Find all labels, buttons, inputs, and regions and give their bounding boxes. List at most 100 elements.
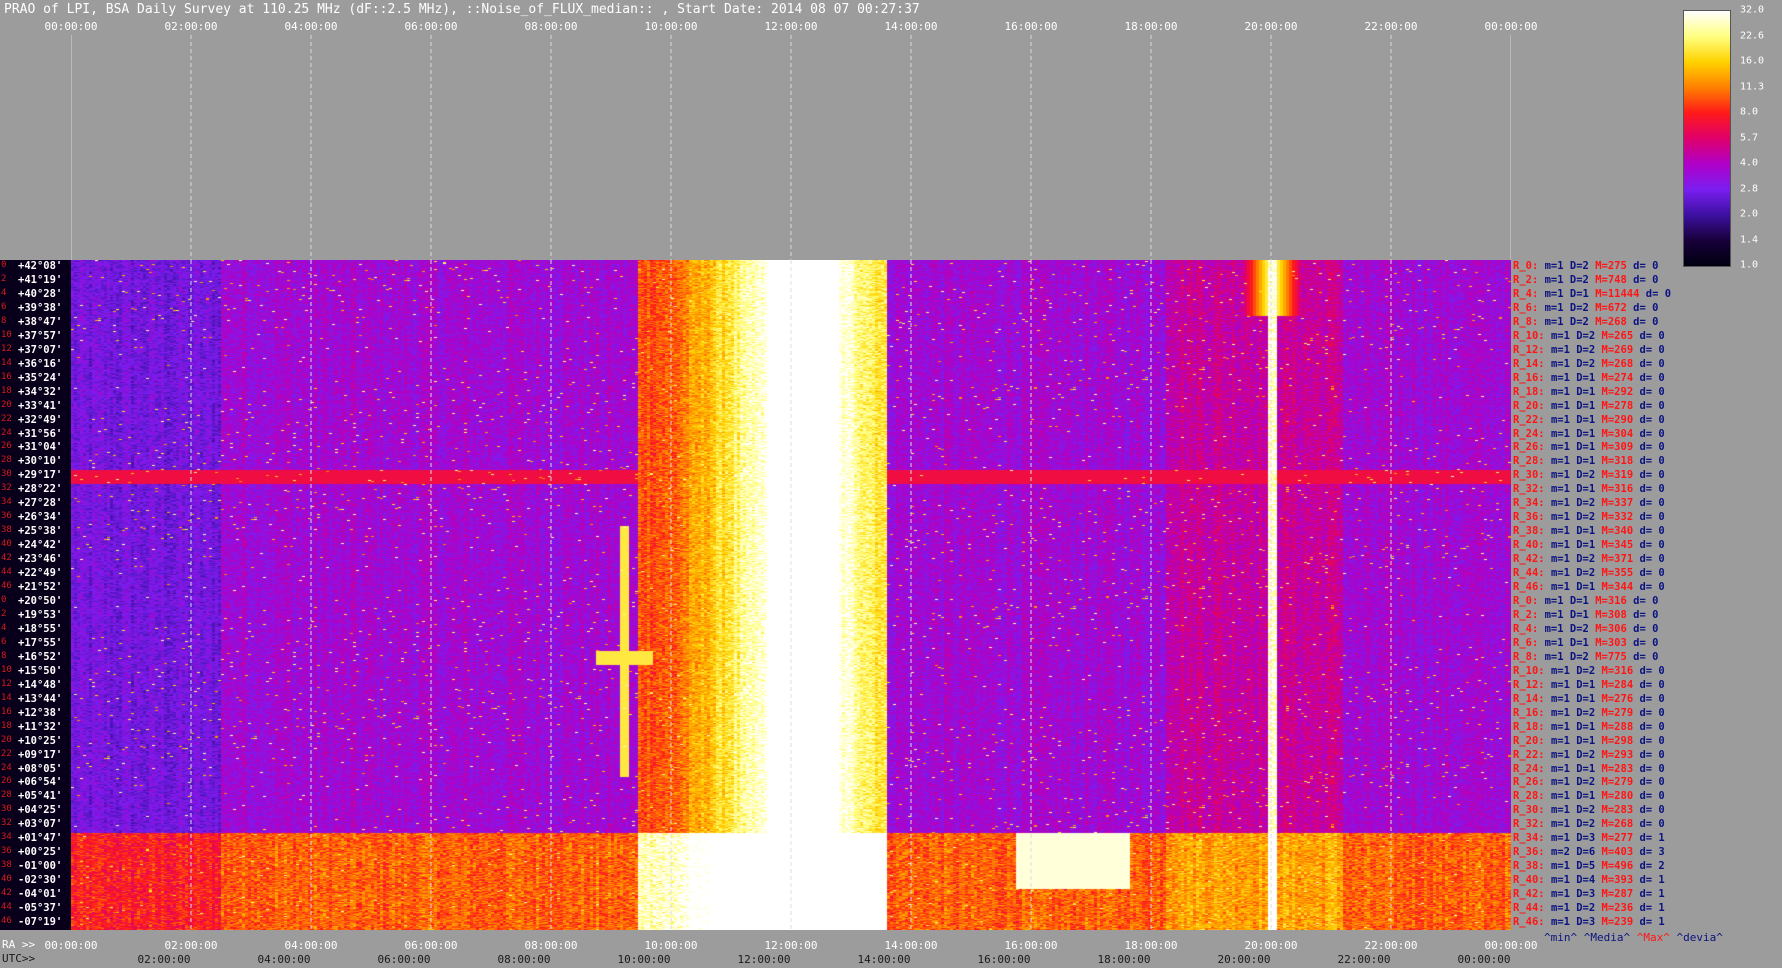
heatmap-grid [190, 260, 1392, 930]
stat-r: R_18: [1513, 385, 1551, 398]
stat-r: R_44: [1513, 902, 1551, 915]
ra-axis-tick: 14:00:00 [884, 939, 938, 952]
beam-index: 20 [1, 399, 12, 410]
stat-m: M=268 [1601, 357, 1640, 370]
beam-index: 32 [1, 818, 12, 829]
declination-label: +15°50' [18, 664, 63, 677]
beam-stat-row: R_20: m=1 D=1 M=298 d= 0 [1513, 735, 1665, 747]
beam-index: 0 [1, 595, 7, 605]
stat-d: D=1 [1576, 385, 1602, 398]
stat-m: m=1 [1550, 776, 1577, 789]
declination-label: +01°47' [18, 832, 63, 845]
stat-d: d= 0 [1639, 497, 1665, 510]
stat-d: d= 1 [1639, 832, 1665, 845]
stat-d: d= 0 [1639, 399, 1665, 412]
stat-d: D=2 [1576, 567, 1602, 580]
stat-m: M=303 [1595, 636, 1634, 649]
stat-m: M=308 [1595, 608, 1634, 621]
top-axis-tick: 18:00:00 [1124, 20, 1178, 33]
stat-r: R_42: [1513, 888, 1551, 901]
beam-index: 30 [1, 469, 12, 480]
stat-r: R_10: [1513, 329, 1551, 342]
stat-d: d= 0 [1639, 343, 1665, 356]
stat-legend: ^min^ ^Media^ ^Max^ ^devia^ [1544, 931, 1723, 944]
stat-r: R_28: [1513, 455, 1551, 468]
stat-r: R_22: [1513, 413, 1551, 426]
stat-m: M=279 [1601, 776, 1640, 789]
declination-label: +27°28' [18, 497, 63, 510]
declination-label: -01°00' [18, 860, 63, 873]
beam-stat-row: R_30: m=1 D=2 M=283 d= 0 [1513, 804, 1665, 816]
declination-row: 24 +31°56' [0, 428, 71, 442]
declination-label: +14°48' [18, 678, 63, 691]
declination-label: +36°16' [18, 357, 63, 370]
stat-d: d= 0 [1639, 804, 1665, 817]
stat-m: m=1 [1550, 525, 1577, 538]
stat-m: m=1 [1550, 804, 1577, 817]
declination-row: 46 +21°52' [0, 581, 71, 595]
stat-r: R_36: [1513, 511, 1551, 524]
stat-d: D=1 [1576, 734, 1602, 747]
stat-m: M=340 [1601, 525, 1640, 538]
stat-r: R_14: [1513, 692, 1551, 705]
stat-d: D=2 [1569, 301, 1596, 314]
declination-label: +32°49' [18, 413, 63, 426]
beam-index: 40 [1, 539, 12, 550]
utc-axis-tick: 18:00:00 [1097, 953, 1151, 966]
declination-label: +17°55' [18, 636, 63, 649]
beam-index: 44 [1, 567, 12, 578]
stat-d: d= 0 [1639, 385, 1665, 398]
stat-d: D=2 [1576, 706, 1602, 719]
ra-axis-tick: 18:00:00 [1124, 939, 1178, 952]
beam-stat-row: R_2: m=1 D=1 M=308 d= 0 [1513, 609, 1658, 621]
ra-axis-tick: 00:00:00 [1484, 939, 1538, 952]
declination-row: 16 +12°38' [0, 707, 71, 721]
stat-m: M=274 [1601, 371, 1640, 384]
declination-row: 26 +06°54' [0, 776, 71, 790]
declination-row: 4 +18°55' [0, 623, 71, 637]
declination-row: 24 +08°05' [0, 763, 71, 777]
beam-index: 12 [1, 343, 12, 354]
beam-stat-row: R_34: m=1 D=3 M=277 d= 1 [1513, 832, 1665, 844]
beam-stat-row: R_38: m=1 D=1 M=340 d= 0 [1513, 525, 1665, 537]
stat-d: D=2 [1576, 664, 1602, 677]
stat-m: M=672 [1595, 301, 1634, 314]
stat-d: D=1 [1576, 525, 1602, 538]
declination-row: 12 +37°07' [0, 344, 71, 358]
stat-r: R_24: [1513, 762, 1551, 775]
declination-label: -04°01' [18, 888, 63, 901]
stat-m: m=1 [1550, 385, 1577, 398]
beam-index: 2 [1, 273, 7, 284]
stat-m: m=1 [1550, 329, 1577, 342]
stat-d: D=1 [1576, 692, 1602, 705]
declination-label: +37°57' [18, 329, 63, 342]
beam-stat-row: R_4: m=1 D=1 M=11444 d= 0 [1513, 288, 1671, 300]
stat-r: R_2: [1513, 608, 1545, 621]
beam-stat-row: R_24: m=1 D=1 M=304 d= 0 [1513, 428, 1665, 440]
stat-d: d= 0 [1639, 762, 1665, 775]
declination-row: 28 +30°10' [0, 455, 71, 469]
beam-index: 34 [1, 497, 12, 508]
declination-label: +25°38' [18, 525, 63, 538]
stat-m: m=1 [1550, 706, 1577, 719]
stat-m: m=1 [1544, 315, 1570, 328]
stat-d: d= 0 [1633, 636, 1659, 649]
stat-m: M=280 [1601, 790, 1640, 803]
declination-label: -02°30' [18, 874, 63, 887]
beam-stat-row: R_42: m=1 D=2 M=371 d= 0 [1513, 553, 1665, 565]
utc-axis-tick: 00:00:00 [1457, 953, 1511, 966]
declination-row: 4 +40°28' [0, 288, 71, 302]
stat-r: R_36: [1513, 846, 1551, 859]
declination-label: +08°05' [18, 762, 63, 775]
stat-r: R_22: [1513, 748, 1551, 761]
declination-label: +31°04' [18, 441, 63, 454]
declination-label: +16°52' [18, 650, 63, 663]
stat-d: d= 3 [1639, 846, 1665, 859]
declination-row: 38 -01°00' [0, 860, 71, 874]
stat-m: M=309 [1601, 441, 1640, 454]
beam-stat-row: R_12: m=1 D=2 M=269 d= 0 [1513, 344, 1665, 356]
declination-label: +23°46' [18, 553, 63, 566]
stat-d: d= 0 [1633, 301, 1659, 314]
stat-r: R_44: [1513, 567, 1551, 580]
declination-label: +29°17' [18, 469, 63, 482]
